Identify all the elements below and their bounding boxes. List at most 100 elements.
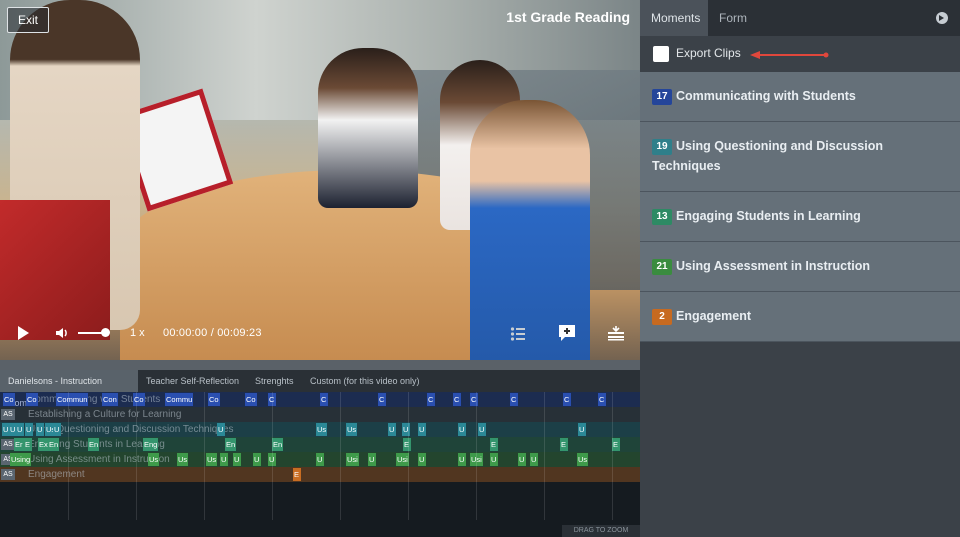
timeline-marker[interactable]: Us [346, 423, 358, 436]
moments-list: 17 Communicating with Students 19 Using Que… [640, 72, 960, 342]
timeline-marker[interactable]: Co [133, 393, 145, 406]
timeline-marker[interactable]: C [563, 393, 571, 406]
export-clips-label: Export Clips [676, 46, 741, 60]
timeline-marker[interactable]: Usi [396, 453, 409, 466]
moment-count-badge: 17 [652, 89, 672, 105]
drag-to-zoom[interactable]: DRAG TO ZOOM [562, 525, 640, 537]
timeline-marker[interactable]: U [530, 453, 538, 466]
timeline-marker[interactable]: U [418, 423, 426, 436]
arrow-pointer-icon [750, 51, 829, 59]
timeline-marker[interactable]: C [598, 393, 606, 406]
timeline-marker[interactable]: U [578, 423, 586, 436]
moment-count-badge: 2 [652, 309, 672, 325]
timeline-marker[interactable]: C [453, 393, 461, 406]
split-clip-icon[interactable] [607, 325, 625, 341]
annotation-timeline[interactable]: Danielsons - Instruction Dom... Teacher … [0, 370, 640, 537]
timeline-marker[interactable]: C [320, 393, 328, 406]
time-separator: / [210, 327, 214, 339]
timeline-marker[interactable]: E [24, 438, 32, 451]
timeline-marker[interactable]: Us [316, 423, 328, 436]
timeline-marker[interactable]: C [510, 393, 518, 406]
timeline-marker[interactable]: En [272, 438, 284, 451]
moment-label: Using Assessment in Instruction [676, 259, 871, 273]
timeline-marker[interactable]: C [427, 393, 435, 406]
timeline-marker[interactable]: E [293, 468, 301, 481]
timeline-marker[interactable]: E [490, 438, 498, 451]
timeline-marker[interactable]: Using [10, 453, 32, 466]
timeline-marker[interactable]: Commu [165, 393, 194, 406]
timeline-marker[interactable]: U [53, 423, 61, 436]
timeline-marker[interactable]: Co [26, 393, 38, 406]
timeline-marker[interactable]: Usi [346, 453, 359, 466]
row-tag: AS [1, 469, 15, 480]
timeline-tab-strengths[interactable]: Strenghts [247, 370, 302, 392]
tab-moments[interactable]: Moments [640, 0, 708, 36]
timeline-tab-self-reflection[interactable]: Teacher Self-Reflection [138, 370, 247, 392]
timeline-marker[interactable]: U [253, 453, 261, 466]
export-clips-checkbox[interactable] [653, 46, 669, 62]
export-clips-row[interactable]: Export Clips [640, 36, 960, 72]
list-icon[interactable] [510, 326, 526, 342]
timeline-marker[interactable]: Er [14, 438, 24, 451]
moment-item[interactable]: 2 Engagement [640, 292, 960, 342]
timeline-row-label: Establishing a Culture for Learning [28, 409, 182, 420]
timeline-marker[interactable]: U [217, 423, 225, 436]
moment-count-badge: 19 [652, 139, 672, 155]
add-comment-icon[interactable] [558, 324, 576, 342]
timeline-marker[interactable]: U [25, 423, 33, 436]
timeline-marker[interactable]: U [490, 453, 498, 466]
timeline-marker[interactable]: Co [245, 393, 257, 406]
timeline-marker[interactable]: E [612, 438, 620, 451]
timeline-marker[interactable]: Con [102, 393, 118, 406]
timeline-marker[interactable]: U [458, 423, 466, 436]
timeline-marker[interactable]: En [48, 438, 60, 451]
timeline-marker[interactable]: U [36, 423, 44, 436]
timeline-marker[interactable]: Commun [56, 393, 89, 406]
playback-speed[interactable]: 1 x [130, 327, 145, 339]
timeline-marker[interactable]: Us [206, 453, 218, 466]
timeline-marker[interactable]: E [403, 438, 411, 451]
tab-form[interactable]: Form [708, 0, 758, 36]
moment-item[interactable]: 17 Communicating with Students [640, 72, 960, 122]
timeline-marker[interactable]: U [388, 423, 396, 436]
panel-tabs: Moments Form [640, 0, 960, 36]
timeline-marker[interactable]: U [458, 453, 466, 466]
timeline-marker[interactable]: Us [577, 453, 589, 466]
timeline-marker[interactable]: Us [148, 453, 160, 466]
timeline-marker[interactable]: C [378, 393, 386, 406]
timeline-marker[interactable]: En [88, 438, 100, 451]
timeline-marker[interactable]: U [220, 453, 228, 466]
timeline-marker[interactable]: U [518, 453, 526, 466]
volume-slider-knob[interactable] [101, 328, 110, 337]
timeline-tab-custom[interactable]: Custom (for this video only) [302, 370, 428, 392]
video-player[interactable]: Exit 1st Grade Reading 1 x 00:00:00 / 00… [0, 0, 640, 370]
timeline-tab-danielsons[interactable]: Danielsons - Instruction Dom... [0, 370, 138, 408]
moment-item[interactable]: 19 Using Questioning and Discussion Techn… [640, 122, 960, 192]
timeline-marker[interactable]: U [418, 453, 426, 466]
moment-label: Engagement [676, 309, 752, 323]
moment-count-badge: 21 [652, 259, 672, 275]
timeline-marker[interactable]: U [478, 423, 486, 436]
moment-item[interactable]: 21 Using Assessment in Instruction [640, 242, 960, 292]
timeline-marker[interactable]: U [368, 453, 376, 466]
video-title: 1st Grade Reading [506, 9, 630, 25]
row-tag: AS [1, 439, 15, 450]
exit-button[interactable]: Exit [7, 7, 49, 33]
moment-count-badge: 13 [652, 209, 672, 225]
timeline-marker[interactable]: U [316, 453, 324, 466]
moment-item[interactable]: 13 Engaging Students in Learning [640, 192, 960, 242]
timeline-gridline [612, 392, 613, 520]
timeline-marker[interactable]: U [233, 453, 241, 466]
timeline-marker[interactable]: U [16, 423, 24, 436]
timeline-marker[interactable]: Co [208, 393, 220, 406]
forward-arrow-icon[interactable] [936, 12, 948, 24]
timeline-marker[interactable]: Eng [143, 438, 159, 451]
timeline-marker[interactable]: E [560, 438, 568, 451]
timeline-marker[interactable]: Co [3, 393, 15, 406]
timeline-marker[interactable]: En [225, 438, 237, 451]
play-icon[interactable] [18, 326, 29, 340]
timeline-marker[interactable]: Us [177, 453, 189, 466]
volume-icon[interactable] [54, 325, 70, 341]
video-progress-bar[interactable] [0, 360, 640, 370]
moment-label: Using Questioning and Discussion Techniq… [652, 139, 883, 173]
